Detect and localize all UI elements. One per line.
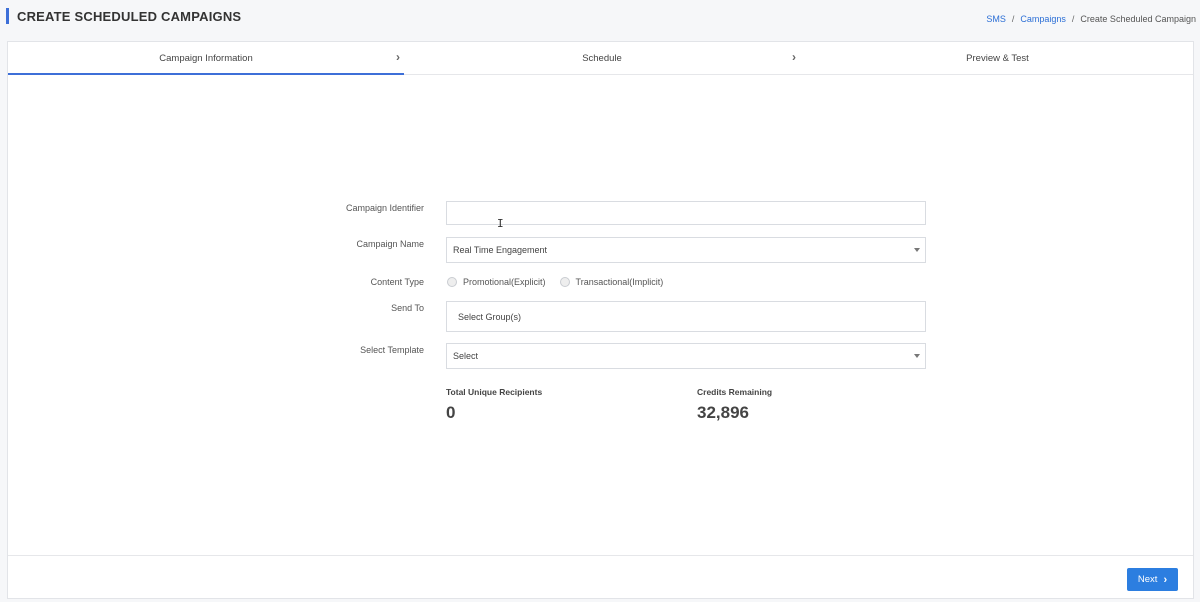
breadcrumb-current: Create Scheduled Campaign bbox=[1080, 14, 1196, 24]
select-template-label: Select Template bbox=[360, 345, 424, 355]
radio-transactional-label[interactable]: Transactional(Implicit) bbox=[576, 277, 664, 287]
credits-remaining-value: 32,896 bbox=[697, 403, 749, 422]
caret-down-icon bbox=[914, 248, 920, 252]
title-accent-bar bbox=[6, 8, 9, 24]
radio-promotional[interactable] bbox=[447, 277, 457, 287]
wizard-steps: Campaign Information › Schedule › Previe… bbox=[8, 42, 1193, 75]
campaign-name-value: Real Time Engagement bbox=[453, 245, 548, 255]
campaign-identifier-label: Campaign Identifier bbox=[345, 203, 424, 213]
breadcrumb: SMS / Campaigns / Create Scheduled Campa… bbox=[986, 14, 1196, 24]
send-to-label: Send To bbox=[391, 303, 424, 313]
next-button[interactable]: Next › bbox=[1127, 568, 1178, 591]
campaign-name-label: Campaign Name bbox=[356, 239, 424, 249]
breadcrumb-sms[interactable]: SMS bbox=[986, 14, 1006, 24]
send-to-groups-input[interactable]: Select Group(s) bbox=[446, 301, 926, 332]
total-recipients-label: Total Unique Recipients bbox=[446, 387, 543, 397]
template-select-value: Select bbox=[453, 351, 479, 361]
campaign-identifier-input[interactable] bbox=[446, 201, 926, 225]
radio-transactional[interactable] bbox=[559, 277, 570, 287]
next-button-label: Next bbox=[1137, 574, 1158, 585]
breadcrumb-separator: / bbox=[1071, 14, 1075, 24]
total-recipients-value: 0 bbox=[446, 403, 456, 422]
page-title-text: CREATE SCHEDULED CAMPAIGNS bbox=[17, 8, 242, 24]
page-title: CREATE SCHEDULED CAMPAIGNS bbox=[6, 8, 241, 24]
content-type-label: Content Type bbox=[370, 277, 424, 287]
chevron-right-icon: › bbox=[396, 50, 400, 64]
chevron-right-icon: › bbox=[1163, 573, 1168, 586]
template-select[interactable]: Select bbox=[446, 343, 926, 369]
step-schedule[interactable]: Schedule bbox=[404, 42, 800, 75]
wizard-footer: Next › bbox=[8, 555, 1193, 599]
chevron-right-icon: › bbox=[792, 50, 796, 64]
credits-remaining-label: Credits Remaining bbox=[697, 387, 773, 397]
radio-promotional-label[interactable]: Promotional(Explicit) bbox=[463, 277, 546, 287]
step-preview-test[interactable]: Preview & Test bbox=[800, 42, 1195, 75]
caret-down-icon bbox=[914, 354, 920, 358]
content-type-radio-group: Promotional(Explicit) Transactional(Impl… bbox=[447, 277, 677, 287]
breadcrumb-campaigns[interactable]: Campaigns bbox=[1020, 14, 1066, 24]
campaign-name-select[interactable]: Real Time Engagement bbox=[446, 237, 926, 263]
step-campaign-information[interactable]: Campaign Information bbox=[8, 42, 404, 75]
text-cursor-icon: I bbox=[497, 217, 504, 230]
breadcrumb-separator: / bbox=[1011, 14, 1015, 24]
